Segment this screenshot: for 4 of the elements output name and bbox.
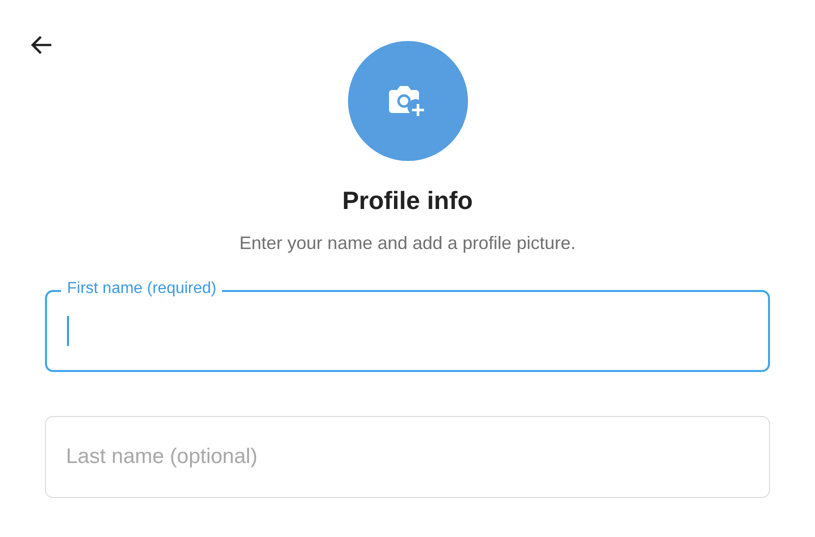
subtitle: Enter your name and add a profile picture.: [239, 232, 576, 255]
text-cursor: [67, 316, 69, 346]
field-label: First name (required): [61, 279, 222, 299]
page-title: Profile info: [342, 186, 473, 217]
